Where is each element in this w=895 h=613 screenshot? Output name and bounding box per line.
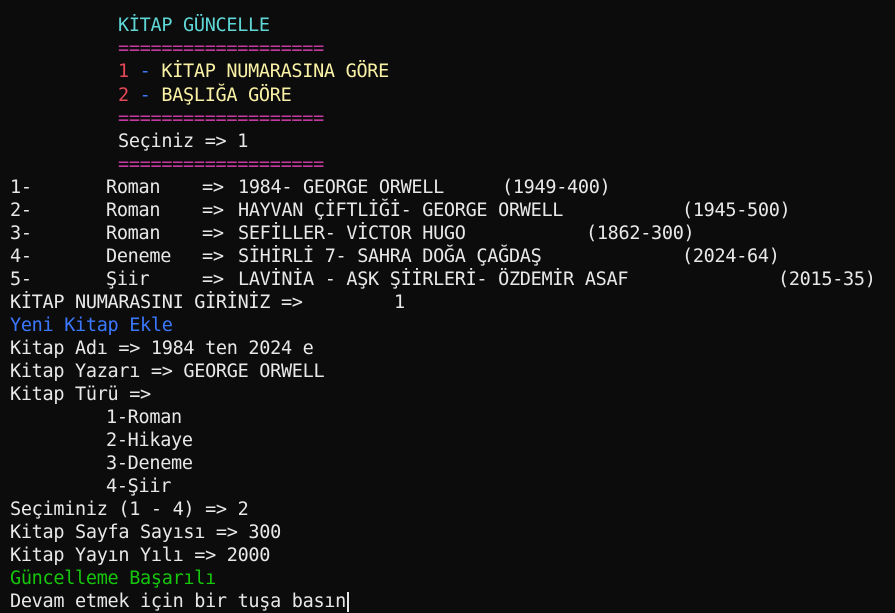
book-arrow: => [202, 177, 224, 198]
book-type: Roman [106, 200, 161, 221]
type-option: 4-Şiir [106, 476, 172, 497]
book-title: 1984- GEORGE ORWELL [238, 177, 444, 198]
book-meta: (1949-400) [502, 177, 611, 198]
book-title: SEFİLLER- VİCTOR HUGO [238, 223, 466, 244]
continue-prompt: Devam etmek için bir tuşa basın [10, 591, 346, 612]
menu-title: KİTAP GÜNCELLE [118, 15, 270, 36]
number-prompt: KİTAP NUMARASINI GİRİNİZ => [10, 292, 303, 313]
book-arrow: => [202, 223, 224, 244]
terminal-window[interactable]: KİTAP GÜNCELLE =================== 1 - K… [0, 0, 895, 613]
book-title: SİHİRLİ 7- SAHRA DOĞA ÇAĞDAŞ [238, 246, 542, 267]
book-name-field: Kitap Adı => 1984 ten 2024 e [10, 338, 314, 359]
choice-prompt: Seçiniz => 1 [118, 131, 249, 152]
publish-year-line: Kitap Yayın Yılı => 2000 [10, 545, 271, 566]
book-number: 4- [10, 246, 32, 267]
book-type-field: Kitap Türü => [10, 384, 151, 405]
menu-option-dash: - [128, 61, 162, 82]
success-message: Güncelleme Başarılı [10, 568, 216, 589]
menu-separator-1: =================== [118, 38, 324, 59]
menu-option-label: BAŞLIĞA GÖRE [161, 85, 292, 106]
menu-option-1: 1 - KİTAP NUMARASINA GÖRE [118, 60, 389, 83]
book-author-field: Kitap Yazarı => GEORGE ORWELL [10, 361, 325, 382]
menu-separator-3: =================== [118, 154, 324, 175]
book-number: 5- [10, 269, 32, 290]
book-arrow: => [202, 246, 224, 267]
book-arrow: => [202, 269, 224, 290]
book-type: Roman [106, 177, 161, 198]
selection-line: Seçiminiz (1 - 4) => 2 [10, 499, 249, 520]
book-number: 1- [10, 177, 32, 198]
type-option: 3-Deneme [106, 453, 193, 474]
menu-option-label: KİTAP NUMARASINA GÖRE [161, 61, 389, 82]
menu-separator-2: =================== [118, 108, 324, 129]
book-number: 3- [10, 223, 32, 244]
book-type: Deneme [106, 246, 172, 267]
book-meta: (2015-35) [778, 269, 876, 290]
book-number: 2- [10, 200, 32, 221]
book-meta: (1945-500) [682, 200, 791, 221]
text-cursor [346, 592, 349, 612]
book-title: HAYVAN ÇİFTLİĞİ- GEORGE ORWELL [238, 200, 564, 221]
book-meta: (1862-300) [586, 223, 695, 244]
book-type: Şiir [106, 269, 150, 290]
menu-option-dash: - [128, 85, 162, 106]
menu-option-number: 1 [118, 61, 129, 82]
menu-option-number: 2 [118, 85, 129, 106]
book-type: Roman [106, 223, 161, 244]
type-option: 2-Hikaye [106, 430, 193, 451]
continue-line[interactable]: Devam etmek için bir tuşa basın [10, 590, 349, 613]
menu-option-2: 2 - BAŞLIĞA GÖRE [118, 84, 292, 107]
page-count-line: Kitap Sayfa Sayısı => 300 [10, 522, 281, 543]
book-arrow: => [202, 200, 224, 221]
type-option: 1-Roman [106, 407, 182, 428]
book-meta: (2024-64) [682, 246, 780, 267]
new-book-header: Yeni Kitap Ekle [10, 315, 173, 336]
book-title: LAVİNİA - AŞK ŞİİRLERİ- ÖZDEMİR ASAF [238, 269, 629, 290]
number-value: 1 [394, 292, 405, 313]
